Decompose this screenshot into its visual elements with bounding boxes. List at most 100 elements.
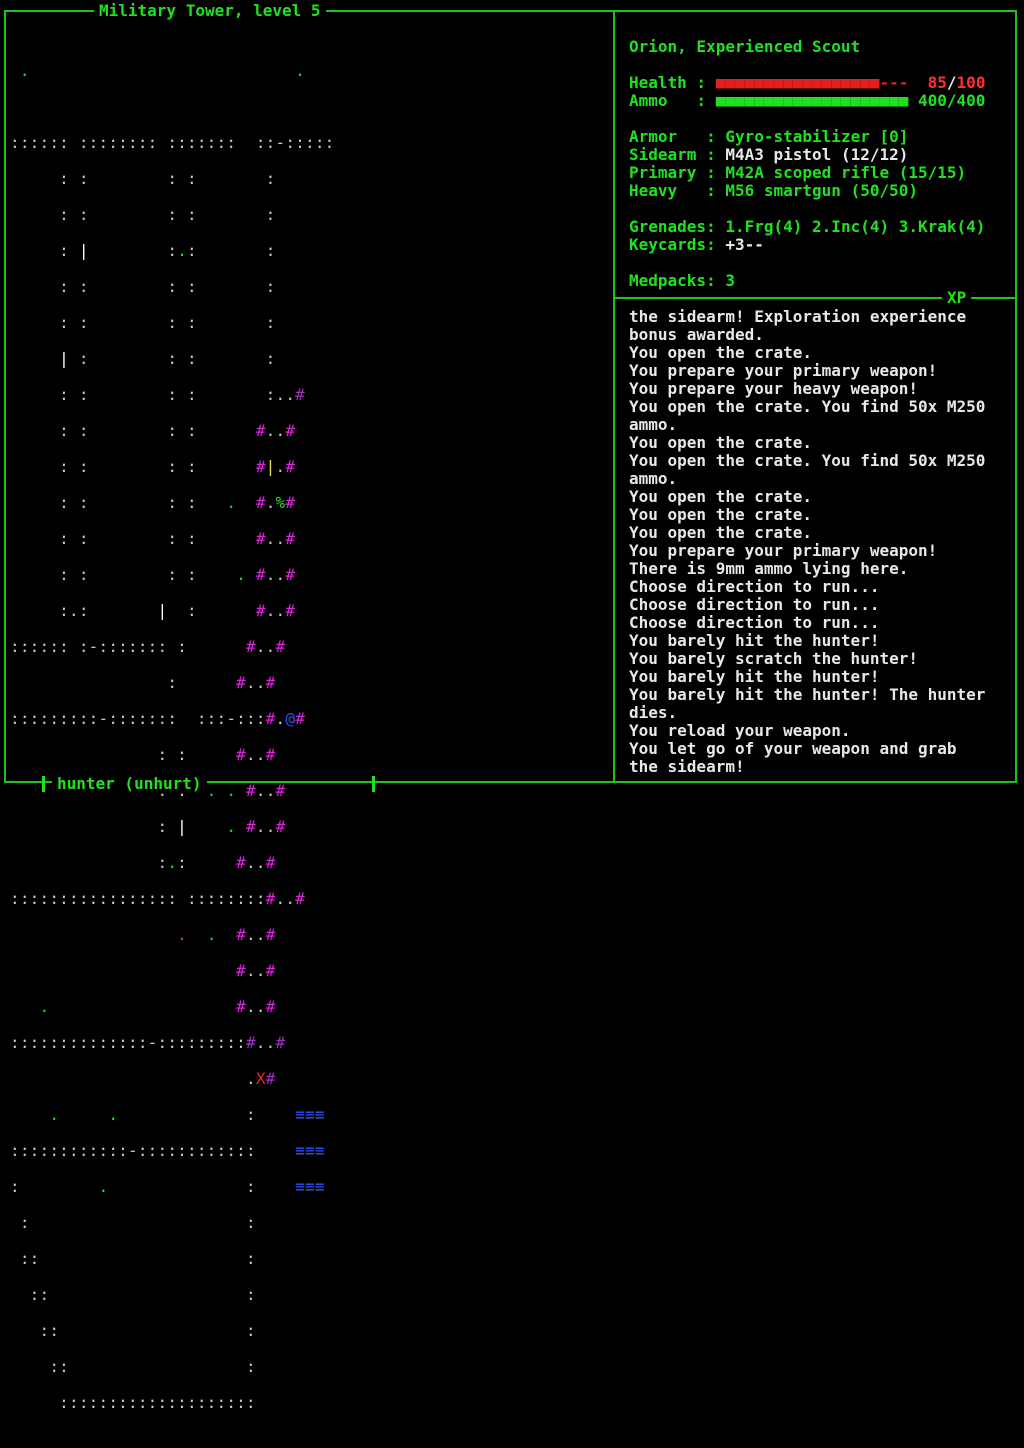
map-row: : : [10, 1213, 256, 1232]
medpacks-row: Medpacks: 3 [629, 272, 1009, 290]
map-row: : : : : : [10, 169, 276, 188]
log-line: ammo. [629, 415, 678, 434]
map-row: :::::: :-::::::: : #..# [10, 637, 286, 656]
map-row: : : : : : [10, 277, 276, 296]
map-row: .X# [10, 1069, 276, 1088]
map-row [10, 26, 606, 44]
log-line: You prepare your primary weapon! [629, 361, 938, 380]
enemy-group-icon[interactable]: ≡≡≡ [295, 1141, 325, 1160]
frame-divider-vertical [613, 10, 615, 782]
map-row: :: : [10, 1321, 256, 1340]
map-row: :.: #..# [10, 853, 276, 872]
item-icon[interactable]: % [276, 493, 286, 512]
heavy-value: M56 smartgun (50/50) [725, 181, 918, 200]
health-bar-empty: --- [879, 73, 909, 92]
enemy-group-icon[interactable]: ≡≡≡ [295, 1105, 325, 1124]
health-bar: ■■■■■■■■■■■■■■■■■ [715, 73, 880, 92]
heavy-label: Heavy : [629, 181, 716, 200]
map-row: . #..# [39, 997, 276, 1016]
map-row: :.: | : #..# [10, 601, 296, 620]
message-log[interactable]: the sidearm! Exploration experience bonu… [629, 308, 1009, 776]
status-bar-bracket-right [372, 776, 375, 792]
map-row: . . [10, 61, 305, 80]
map-row: : : : : #..# [10, 421, 296, 440]
health-row: Health : ■■■■■■■■■■■■■■■■■--- 85/100 [629, 74, 1009, 92]
log-line: Choose direction to run... [629, 595, 880, 614]
map-row: ::::::::::::-:::::::::::: ≡≡≡ [10, 1141, 325, 1160]
primary-row: Primary : M42A scoped rifle (15/15) [629, 164, 1009, 182]
armor-label: Armor : [629, 127, 716, 146]
log-line: You open the crate. You find 50x M250 [629, 451, 986, 470]
ammo-label: Ammo : [629, 91, 707, 110]
grenades-label: Grenades: [629, 217, 716, 236]
target-status: hunter (unhurt) [52, 775, 207, 793]
log-line: You open the crate. You find 50x M250 [629, 397, 986, 416]
door-icon[interactable]: | [59, 349, 69, 368]
map-row: . . : ≡≡≡ [49, 1105, 325, 1124]
map-row [10, 98, 606, 116]
sidearm-row: Sidearm : M4A3 pistol (12/12) [629, 146, 1009, 164]
ammo-row: Ammo : ■■■■■■■■■■■■■■■■■■■■ 400/400 [629, 92, 1009, 110]
map-row: :: : [10, 1249, 256, 1268]
log-line: You barely hit the hunter! [629, 667, 880, 686]
log-line: the sidearm! Exploration experience [629, 307, 967, 326]
map-row: : : : : : [10, 205, 276, 224]
log-line: Choose direction to run... [629, 577, 880, 596]
armor-value: Gyro-stabilizer [0] [725, 127, 909, 146]
primary-label: Primary : [629, 163, 716, 182]
log-line: You let go of your weapon and grab [629, 739, 957, 758]
door-icon[interactable]: | [158, 601, 168, 620]
frame-top-right [614, 10, 1016, 12]
map-row: : | . #..# [10, 817, 286, 836]
keycards-label: Keycards: [629, 235, 716, 254]
log-line: dies. [629, 703, 678, 722]
map-row: : : : : #|.# [10, 457, 296, 476]
keycards-value: +3-- [725, 235, 764, 254]
log-panel-title: XP [942, 289, 972, 307]
map-row: :: : [10, 1357, 256, 1376]
door-icon[interactable]: | [79, 241, 89, 260]
heavy-row: Heavy : M56 smartgun (50/50) [629, 182, 1009, 200]
log-line: Choose direction to run... [629, 613, 880, 632]
ammo-value: 400/400 [918, 91, 986, 110]
primary-value: M42A scoped rifle (15/15) [725, 163, 967, 182]
health-current: 85 [927, 73, 947, 92]
map-row: : : : : . #..# [10, 565, 296, 584]
log-line: You prepare your heavy weapon! [629, 379, 918, 398]
player-marker-icon[interactable]: X [256, 1069, 266, 1088]
log-line: You open the crate. [629, 433, 813, 452]
log-line: You prepare your primary weapon! [629, 541, 938, 560]
hunter-enemy-icon[interactable]: @ [285, 709, 295, 728]
map-row: : : : : : [10, 313, 276, 332]
map-row: #..# [236, 961, 276, 980]
armor-row: Armor : Gyro-stabilizer [0] [629, 128, 1009, 146]
health-label: Health : [629, 73, 707, 92]
log-line: You reload your weapon. [629, 721, 851, 740]
map-row: . . #..# [177, 925, 276, 944]
map-row: ::::::::::::::-:::::::::#..# [10, 1033, 286, 1052]
log-line: the sidearm! [629, 757, 745, 776]
map-row: : : : : . #.%# [10, 493, 296, 512]
grenades-row: Grenades: 1.Frg(4) 2.Inc(4) 3.Krak(4) [629, 218, 1009, 236]
map-row: : . : ≡≡≡ [10, 1177, 325, 1196]
log-line: You open the crate. [629, 343, 813, 362]
log-line: You barely scratch the hunter! [629, 649, 918, 668]
game-map[interactable]: . . :::::: :::::::: ::::::: ::-::::: : :… [10, 26, 606, 1412]
map-row: : : : : :..# [10, 385, 305, 404]
status-bar-bracket-left [42, 776, 45, 792]
enemy-group-icon[interactable]: ≡≡≡ [295, 1177, 325, 1196]
log-line: You barely hit the hunter! The hunter [629, 685, 986, 704]
log-line: You open the crate. [629, 505, 813, 524]
sidearm-value: M4A3 pistol (12/12) [725, 145, 909, 164]
ammo-bar: ■■■■■■■■■■■■■■■■■■■■ [715, 91, 909, 110]
level-title: Military Tower, level 5 [94, 2, 326, 20]
frame-left [4, 10, 6, 782]
map-row: : #..# [10, 673, 276, 692]
sidearm-label: Sidearm : [629, 145, 716, 164]
map-row: :::::::::::::::::::: [10, 1393, 256, 1412]
door-icon[interactable]: | [177, 817, 187, 836]
medpacks-value: 3 [725, 271, 735, 290]
map-row: :::::::::-::::::: :::-:::#.@# [10, 709, 306, 728]
